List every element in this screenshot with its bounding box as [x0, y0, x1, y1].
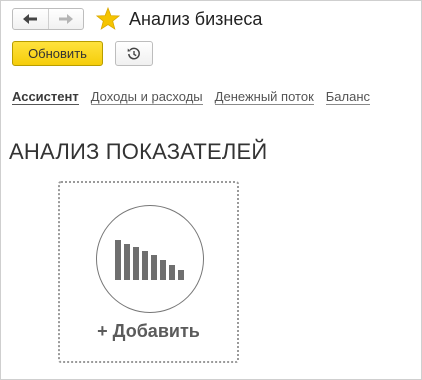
history-icon — [127, 47, 140, 59]
refresh-button[interactable]: Обновить — [12, 41, 103, 66]
page-title: Анализ бизнеса — [129, 9, 263, 29]
tab-income-expenses[interactable]: Доходы и расходы — [90, 89, 203, 105]
tab-bar: Ассистент Доходы и расходы Денежный пото… — [12, 89, 422, 105]
back-button[interactable] — [13, 9, 48, 29]
section-title: АНАЛИЗ ПОКАЗАТЕЛЕЙ — [9, 139, 268, 164]
star-icon[interactable] — [96, 7, 120, 31]
bar-chart-icon — [115, 240, 184, 280]
forward-button[interactable] — [47, 9, 84, 29]
tab-cash-flow[interactable]: Денежный поток — [214, 89, 314, 105]
tab-balance[interactable]: Баланс — [325, 89, 371, 105]
tab-assistant[interactable]: Ассистент — [12, 89, 79, 105]
add-indicator-circle — [96, 205, 204, 313]
add-button-label: + Добавить — [97, 321, 200, 341]
refresh-button-label: Обновить — [28, 46, 87, 61]
add-indicator-card[interactable]: + Добавить — [58, 181, 239, 363]
arrow-right-icon — [58, 14, 73, 24]
arrow-left-icon — [23, 14, 38, 24]
navigation-buttons — [12, 8, 84, 30]
history-button[interactable] — [115, 41, 153, 66]
